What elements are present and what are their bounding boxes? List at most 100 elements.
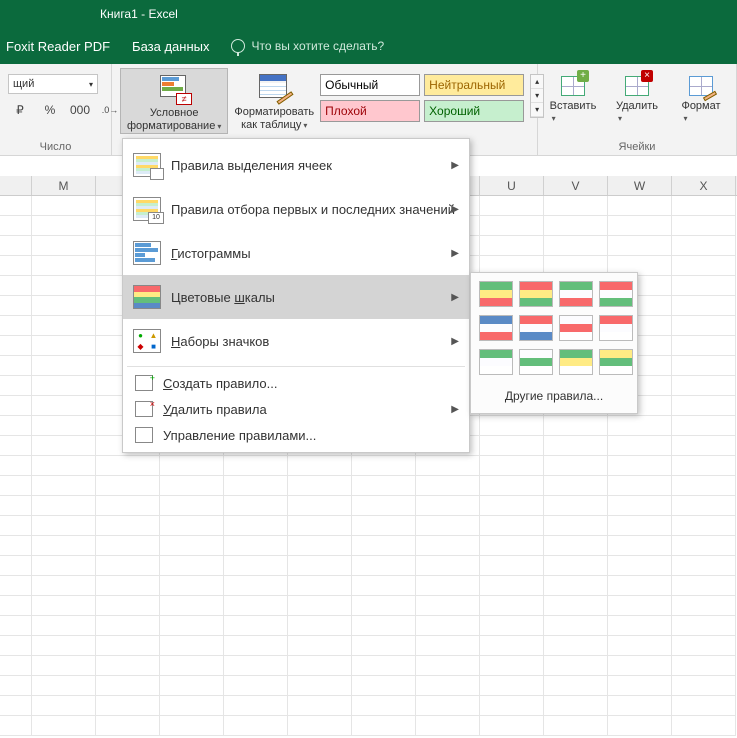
grid-cell[interactable]	[544, 496, 608, 516]
grid-cell[interactable]	[608, 676, 672, 696]
grid-cell[interactable]	[608, 456, 672, 476]
grid-cell[interactable]	[32, 276, 96, 296]
grid-cell[interactable]	[608, 716, 672, 736]
grid-cell[interactable]	[608, 416, 672, 436]
grid-cell[interactable]	[672, 656, 736, 676]
grid-cell[interactable]	[96, 576, 160, 596]
percent-button[interactable]: %	[38, 98, 62, 122]
grid-cell[interactable]	[544, 436, 608, 456]
grid-cell[interactable]	[32, 436, 96, 456]
grid-cell[interactable]	[288, 456, 352, 476]
grid-cell[interactable]	[288, 696, 352, 716]
grid-cell[interactable]	[672, 356, 736, 376]
grid-cell[interactable]	[160, 636, 224, 656]
grid-cell[interactable]	[288, 516, 352, 536]
grid-cell[interactable]	[416, 616, 480, 636]
color-scale-swatch[interactable]	[599, 315, 633, 341]
grid-cell[interactable]	[96, 456, 160, 476]
grid-cell[interactable]	[352, 656, 416, 676]
tell-me-search[interactable]: Что вы хотите сделать?	[231, 39, 384, 53]
color-scale-swatch[interactable]	[479, 349, 513, 375]
color-scale-swatch[interactable]	[559, 349, 593, 375]
grid-cell[interactable]	[480, 476, 544, 496]
grid-cell[interactable]	[32, 716, 96, 736]
grid-cell[interactable]	[672, 676, 736, 696]
grid-cell[interactable]	[672, 616, 736, 636]
grid-cell[interactable]	[96, 696, 160, 716]
grid-cell[interactable]	[0, 216, 32, 236]
grid-cell[interactable]	[96, 556, 160, 576]
grid-cell[interactable]	[352, 596, 416, 616]
grid-cell[interactable]	[672, 516, 736, 536]
col-header[interactable]: V	[544, 176, 608, 195]
grid-cell[interactable]	[160, 496, 224, 516]
grid-cell[interactable]	[0, 656, 32, 676]
style-normal[interactable]: Обычный	[320, 74, 420, 96]
grid-cell[interactable]	[544, 236, 608, 256]
grid-cell[interactable]	[224, 556, 288, 576]
grid-cell[interactable]	[32, 476, 96, 496]
grid-cell[interactable]	[480, 676, 544, 696]
grid-cell[interactable]	[224, 496, 288, 516]
grid-cell[interactable]	[0, 696, 32, 716]
grid-cell[interactable]	[32, 356, 96, 376]
grid-cell[interactable]	[288, 656, 352, 676]
grid-cell[interactable]	[352, 536, 416, 556]
menu-highlight-rules[interactable]: Правила выделения ячеек ▶	[123, 143, 469, 187]
grid-cell[interactable]	[416, 636, 480, 656]
grid-cell[interactable]	[352, 516, 416, 536]
menu-data-bars[interactable]: Гистограммы ▶	[123, 231, 469, 275]
menu-top-bottom-rules[interactable]: Правила отбора первых и последних значен…	[123, 187, 469, 231]
grid-cell[interactable]	[416, 476, 480, 496]
grid-cell[interactable]	[352, 716, 416, 736]
color-scale-swatch[interactable]	[559, 281, 593, 307]
grid-cell[interactable]	[672, 496, 736, 516]
grid-cell[interactable]	[544, 196, 608, 216]
grid-cell[interactable]	[96, 716, 160, 736]
grid-cell[interactable]	[0, 676, 32, 696]
grid-cell[interactable]	[0, 396, 32, 416]
grid-cell[interactable]	[352, 696, 416, 716]
grid-cell[interactable]	[544, 636, 608, 656]
col-header[interactable]: X	[672, 176, 736, 195]
grid-cell[interactable]	[96, 596, 160, 616]
grid-cell[interactable]	[160, 696, 224, 716]
grid-cell[interactable]	[608, 516, 672, 536]
color-scale-swatch[interactable]	[479, 281, 513, 307]
grid-cell[interactable]	[608, 236, 672, 256]
grid-cell[interactable]	[288, 536, 352, 556]
grid-cell[interactable]	[224, 716, 288, 736]
tab-foxit[interactable]: Foxit Reader PDF	[6, 39, 110, 54]
grid-cell[interactable]	[96, 516, 160, 536]
more-rules-link[interactable]: Другие правила...	[479, 385, 629, 407]
color-scale-swatch[interactable]	[519, 349, 553, 375]
grid-cell[interactable]	[32, 576, 96, 596]
grid-cell[interactable]	[352, 456, 416, 476]
grid-cell[interactable]	[672, 716, 736, 736]
grid-cell[interactable]	[672, 536, 736, 556]
color-scale-swatch[interactable]	[599, 281, 633, 307]
color-scale-swatch[interactable]	[519, 281, 553, 307]
grid-cell[interactable]	[32, 236, 96, 256]
grid-cell[interactable]	[32, 316, 96, 336]
grid-cell[interactable]	[480, 496, 544, 516]
grid-cell[interactable]	[0, 616, 32, 636]
grid-cell[interactable]	[608, 536, 672, 556]
grid-cell[interactable]	[416, 716, 480, 736]
grid-cell[interactable]	[672, 456, 736, 476]
grid-cell[interactable]	[672, 436, 736, 456]
format-as-table-button[interactable]: Форматироватькак таблицу▾	[228, 68, 320, 132]
grid-cell[interactable]	[288, 496, 352, 516]
grid-cell[interactable]	[32, 676, 96, 696]
grid-cell[interactable]	[608, 496, 672, 516]
grid-cell[interactable]	[96, 636, 160, 656]
grid-cell[interactable]	[288, 636, 352, 656]
grid-cell[interactable]	[544, 596, 608, 616]
grid-cell[interactable]	[544, 476, 608, 496]
grid-cell[interactable]	[32, 376, 96, 396]
color-scale-swatch[interactable]	[519, 315, 553, 341]
style-good[interactable]: Хороший	[424, 100, 524, 122]
grid-cell[interactable]	[672, 556, 736, 576]
grid-cell[interactable]	[608, 696, 672, 716]
grid-cell[interactable]	[0, 496, 32, 516]
